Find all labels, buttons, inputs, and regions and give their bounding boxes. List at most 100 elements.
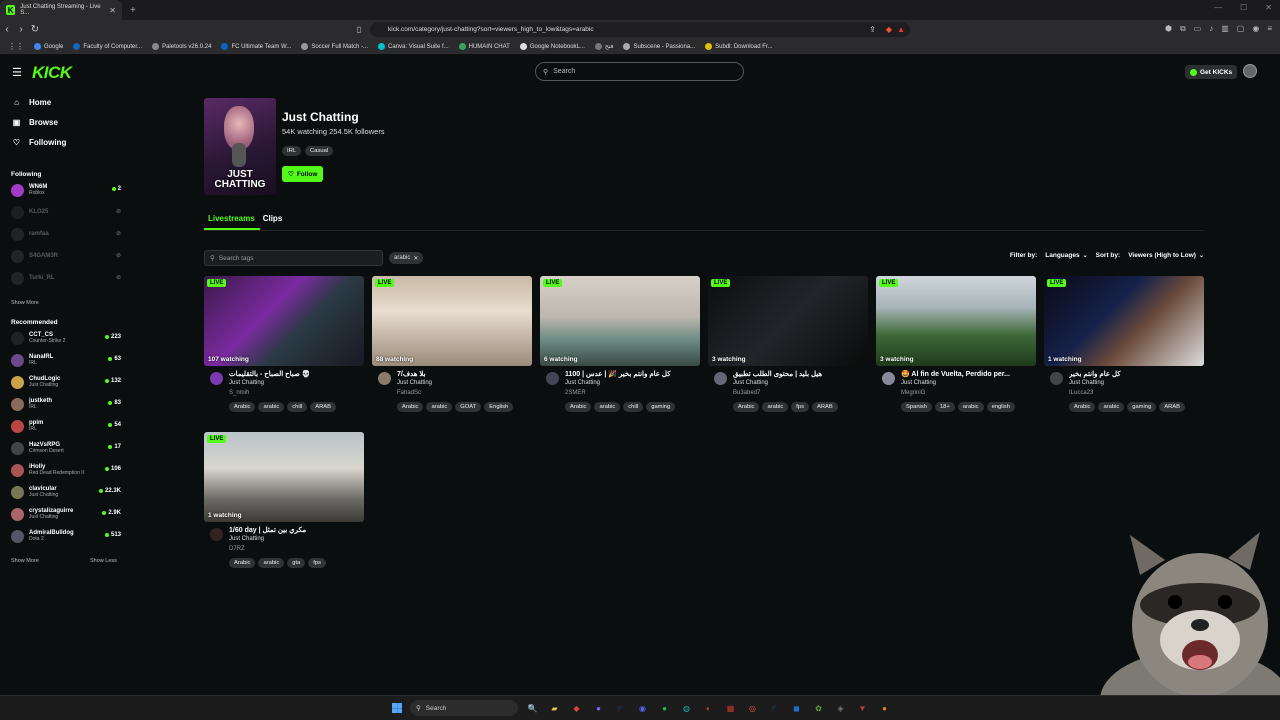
bookmark-item[interactable]: Google NotebookL... <box>519 43 585 50</box>
new-tab-icon[interactable]: + <box>130 5 136 16</box>
taskbar-app-icon[interactable]: ▦ <box>724 702 737 714</box>
stream-tag[interactable]: English <box>484 402 514 412</box>
following-channel-item[interactable]: KLO25 ⊘ <box>11 202 121 222</box>
bookmark-item[interactable]: Faculty of Computer... <box>73 43 142 50</box>
close-window-icon[interactable]: ✕ <box>1265 3 1272 12</box>
recommended-channel-item[interactable]: ChudLogic Just Chatting 132 <box>11 372 121 392</box>
avatar[interactable] <box>714 372 727 385</box>
brave-shields-icon[interactable]: ◆ <box>886 25 892 34</box>
stream-card[interactable]: LIVE 1 watching 1/60 day | مكري بين تمثل Ju… <box>204 432 364 572</box>
recommended-channel-item[interactable]: crystalizaguirre Just Chatting 2.9K <box>11 504 121 524</box>
stream-card[interactable]: LIVE 1 watching كل عام وانتم بخير Just Chat… <box>1044 276 1204 416</box>
category-tag[interactable]: IRL <box>282 146 302 156</box>
stream-tag[interactable]: fps <box>308 558 327 568</box>
show-more-recommended-button[interactable]: Show More <box>11 558 39 564</box>
tabs-icon[interactable]: ▢ <box>1237 24 1245 34</box>
tag-search-input[interactable]: ⚲ Search tags <box>204 250 383 266</box>
stream-tag[interactable]: arabic <box>258 558 285 568</box>
stream-tag[interactable]: gaming <box>646 402 676 412</box>
site-search-input[interactable]: ⚲ Search <box>535 62 744 81</box>
taskbar-app-icon[interactable]: ▰ <box>548 702 561 714</box>
taskbar-app-icon[interactable]: ◈ <box>834 702 847 714</box>
bookmark-item[interactable]: Subscene - Passiona... <box>623 43 695 50</box>
taskbar-app-icon[interactable]: ◍ <box>680 702 693 714</box>
share-icon[interactable]: ⇪ <box>869 25 876 34</box>
stream-tag[interactable]: arabic <box>1098 402 1125 412</box>
languages-dropdown[interactable]: Languages ⌄ <box>1045 252 1087 259</box>
streamer-name[interactable]: 2SMER <box>565 390 586 396</box>
stream-tag[interactable]: 18+ <box>934 402 955 412</box>
recommended-channel-item[interactable]: HazVsRPG Crimson Desert 17 <box>11 438 121 458</box>
stream-tag[interactable]: Spanish <box>901 402 932 412</box>
stream-tag[interactable]: gta <box>287 558 306 568</box>
active-tag-chip[interactable]: arabic ✕ <box>389 252 424 264</box>
remove-tag-icon[interactable]: ✕ <box>413 255 418 262</box>
stream-tag[interactable]: arabic <box>594 402 621 412</box>
stream-title[interactable]: كل عام وانتم بخير 🎉 | عدس | 1100 <box>565 370 698 378</box>
stream-title[interactable]: كل عام وانتم بخير <box>1069 370 1202 378</box>
bookmark-item[interactable]: Soccer Full Match -... <box>301 43 368 50</box>
taskbar-app-icon[interactable]: ◤ <box>614 702 627 714</box>
hamburger-menu-icon[interactable]: ☰ <box>12 66 22 79</box>
extension-icon[interactable]: ⬢ <box>1165 24 1172 34</box>
stream-card[interactable]: LIVE 3 watching هيل بليد | محتوى الطلب تطب… <box>708 276 868 416</box>
taskbar-app-icon[interactable]: ◐ <box>702 702 715 714</box>
stream-card[interactable]: LIVE 6 watching كل عام وانتم بخير 🎉 | عدس … <box>540 276 700 416</box>
sort-dropdown[interactable]: Viewers (High to Low) ⌄ <box>1128 252 1204 259</box>
close-tab-icon[interactable]: ✕ <box>109 6 116 15</box>
get-kicks-button[interactable]: Get KICKs <box>1185 65 1238 79</box>
stream-category[interactable]: Just Chatting <box>229 380 264 386</box>
taskbar-app-icon[interactable]: ✿ <box>812 702 825 714</box>
taskbar-app-icon[interactable]: 🔍 <box>526 702 539 714</box>
following-channel-item[interactable]: S4GAM3R ⊘ <box>11 246 121 266</box>
taskbar-app-icon[interactable]: ● <box>878 702 891 714</box>
stream-category[interactable]: Just Chatting <box>901 380 936 386</box>
taskbar-app-icon[interactable]: ▼ <box>856 702 869 714</box>
minimize-icon[interactable]: — <box>1214 3 1222 12</box>
taskbar-app-icon[interactable]: ◼ <box>790 702 803 714</box>
stream-category[interactable]: Just Chatting <box>565 380 600 386</box>
follow-button[interactable]: ♡ Follow <box>282 166 324 182</box>
recommended-channel-item[interactable]: AdmiralBulldog Dota 2 513 <box>11 526 121 546</box>
vpn-icon[interactable]: ◉ <box>1252 24 1259 34</box>
stream-category[interactable]: Just Chatting <box>1069 380 1104 386</box>
stream-tag[interactable]: fps <box>791 402 809 412</box>
bookmark-item[interactable]: FC Ultimate Team W... <box>221 43 291 50</box>
stream-tag[interactable]: arabic <box>426 402 453 412</box>
streamer-name[interactable]: D7RZ <box>229 546 245 552</box>
taskbar-app-icon[interactable]: ◉ <box>636 702 649 714</box>
following-channel-item[interactable]: WN6M Roblox 2 <box>11 180 121 200</box>
show-more-following-button[interactable]: Show More <box>11 300 39 306</box>
avatar[interactable] <box>546 372 559 385</box>
streamer-name[interactable]: MegriniG <box>901 390 925 396</box>
apps-grid-icon[interactable]: ⋮⋮ <box>8 42 24 51</box>
stream-thumbnail[interactable]: LIVE 107 watching <box>204 276 364 366</box>
recommended-channel-item[interactable]: iHolly Red Dead Redemption II 106 <box>11 460 121 480</box>
stream-tag[interactable]: ARAB <box>1159 402 1186 412</box>
browser-tab-active[interactable]: K Just Chatting Streaming - Live S... ✕ <box>0 0 122 20</box>
bookmark-item[interactable]: HUMAIN CHAT <box>458 43 510 50</box>
stream-title[interactable]: هيل بليد | محتوى الطلب تطبيق <box>733 370 866 378</box>
puzzle-icon[interactable]: ⧉ <box>1180 24 1186 34</box>
stream-category[interactable]: Just Chatting <box>229 536 264 542</box>
stream-thumbnail[interactable]: LIVE 3 watching <box>708 276 868 366</box>
stream-title[interactable]: صباح الصباح - بالتقليمات 💀 <box>229 370 362 378</box>
stream-tag[interactable]: Arabic <box>229 402 256 412</box>
recommended-channel-item[interactable]: NanaIRL IRL 63 <box>11 350 121 370</box>
taskbar-search[interactable]: ⚲ Search <box>410 700 518 716</box>
url-bar[interactable]: kick.com/category/just-chatting?sort=vie… <box>370 22 910 37</box>
tab-livestreams[interactable]: Livestreams <box>208 214 255 223</box>
bookmark-item[interactable]: فتح <box>594 43 613 50</box>
stream-tag[interactable]: chill <box>287 402 308 412</box>
maximize-icon[interactable]: ☐ <box>1240 3 1247 12</box>
stream-tag[interactable]: Arabic <box>565 402 592 412</box>
sidebar-item-following[interactable]: ♡ Following <box>12 138 66 147</box>
wallet-icon[interactable]: ▭ <box>1194 24 1202 34</box>
stream-tag[interactable]: GOAT <box>455 402 482 412</box>
stream-thumbnail[interactable]: LIVE 1 watching <box>204 432 364 522</box>
taskbar-app-icon[interactable]: ◆ <box>570 702 583 714</box>
bookmark-item[interactable]: Canva: Visual Suite f... <box>378 43 449 50</box>
sidebar-toggle-icon[interactable]: ▥ <box>1221 24 1229 34</box>
recommended-channel-item[interactable]: CCT_CS Counter-Strike 2 223 <box>11 328 121 348</box>
avatar[interactable] <box>210 372 223 385</box>
